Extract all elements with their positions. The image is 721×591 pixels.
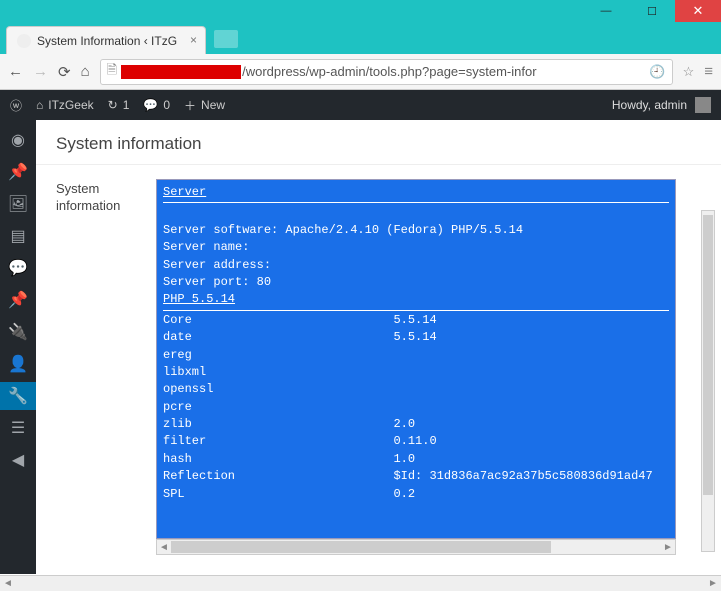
adminbar-comments-count: 0 [163,98,170,112]
plus-icon: ＋ [184,97,196,114]
sidebar-item-settings[interactable]: ☰ [0,414,36,442]
sidebar-item-posts[interactable]: 📌 [0,158,36,186]
scroll-thumb[interactable] [171,541,551,553]
sidebar-item-dashboard[interactable]: ◉ [0,126,36,154]
scroll-right-arrow-icon[interactable]: ► [661,540,675,554]
bookmark-star-icon[interactable]: ☆ [683,64,695,80]
tab-close-icon[interactable]: × [190,33,197,47]
url-history-icon[interactable]: 🕘 [649,64,665,80]
vscroll-thumb[interactable] [703,215,713,495]
sidebar-collapse[interactable]: ◀ [0,446,36,474]
wp-admin-bar: ⓦ ⌂ ITzGeek ↻ 1 💬 0 ＋ New Howdy, admin [0,90,721,120]
page-title: System information [36,120,721,165]
adminbar-site-link[interactable]: ⌂ ITzGeek [36,98,94,112]
window-hscrollbar[interactable]: ◄ ► [0,575,721,591]
avatar[interactable] [695,97,711,113]
sysinfo-section-label: System information [56,179,156,555]
adminbar-updates-count: 1 [123,98,130,112]
favicon-icon [17,34,31,48]
sidebar-item-comments[interactable]: 💬 [0,254,36,282]
home-icon: ⌂ [36,98,43,112]
address-bar[interactable]: 🗎 /wordpress/wp-admin/tools.php?page=sys… [100,59,673,85]
browser-tab-active[interactable]: System Information ‹ ITzG × [6,26,206,54]
sidebar-item-tools[interactable]: 🔧 [0,382,36,410]
new-tab-button[interactable] [214,30,238,48]
sidebar-item-users[interactable]: 👤 [0,350,36,378]
adminbar-new[interactable]: ＋ New [184,97,225,114]
sysinfo-hscrollbar[interactable]: ◄ ► [156,539,676,555]
url-text: /wordpress/wp-admin/tools.php?page=syste… [242,64,536,79]
wp-content-area: System information System information Se… [36,120,721,574]
win-scroll-left-icon[interactable]: ◄ [0,576,16,590]
comment-icon: 💬 [143,98,158,112]
adminbar-site-name: ITzGeek [48,98,93,112]
browser-menu-icon[interactable]: ≡ [704,63,713,80]
nav-reload-icon[interactable]: ⟳ [58,63,71,81]
wp-admin-sidebar: ◉ 📌 🖼 ▤ 💬 📌 🔌 👤 🔧 ☰ ◀ [0,120,36,574]
wp-body: ◉ 📌 🖼 ▤ 💬 📌 🔌 👤 🔧 ☰ ◀ System information… [0,120,721,574]
updates-icon: ↻ [108,98,118,112]
browser-tab-strip: System Information ‹ ITzG × [0,24,721,54]
adminbar-new-label: New [201,98,225,112]
browser-tab-title: System Information ‹ ITzG [37,34,177,48]
browser-toolbar: ← → ⟳ ⌂ 🗎 /wordpress/wp-admin/tools.php?… [0,54,721,90]
adminbar-howdy[interactable]: Howdy, admin [612,98,687,112]
sysinfo-textbox[interactable]: Server Server software: Apache/2.4.10 (F… [156,179,676,539]
content-vscrollbar[interactable] [701,210,715,552]
window-minimize-button[interactable]: — [583,0,629,22]
sidebar-item-pages[interactable]: ▤ [0,222,36,250]
sidebar-item-media[interactable]: 🖼 [0,190,36,218]
page-icon: 🗎 [107,61,117,83]
scroll-left-arrow-icon[interactable]: ◄ [157,540,171,554]
nav-back-icon[interactable]: ← [8,63,23,80]
sidebar-item-appearance[interactable]: 📌 [0,286,36,314]
sidebar-item-plugins[interactable]: 🔌 [0,318,36,346]
win-scroll-right-icon[interactable]: ► [705,576,721,590]
nav-forward-icon[interactable]: → [33,63,48,80]
window-close-button[interactable]: ✕ [675,0,721,22]
wp-logo-icon[interactable]: ⓦ [10,97,22,114]
adminbar-comments[interactable]: 💬 0 [143,98,170,112]
adminbar-updates[interactable]: ↻ 1 [108,98,130,112]
window-maximize-button[interactable]: ☐ [629,0,675,22]
redacted-host [121,65,241,79]
nav-home-icon[interactable]: ⌂ [81,63,90,80]
